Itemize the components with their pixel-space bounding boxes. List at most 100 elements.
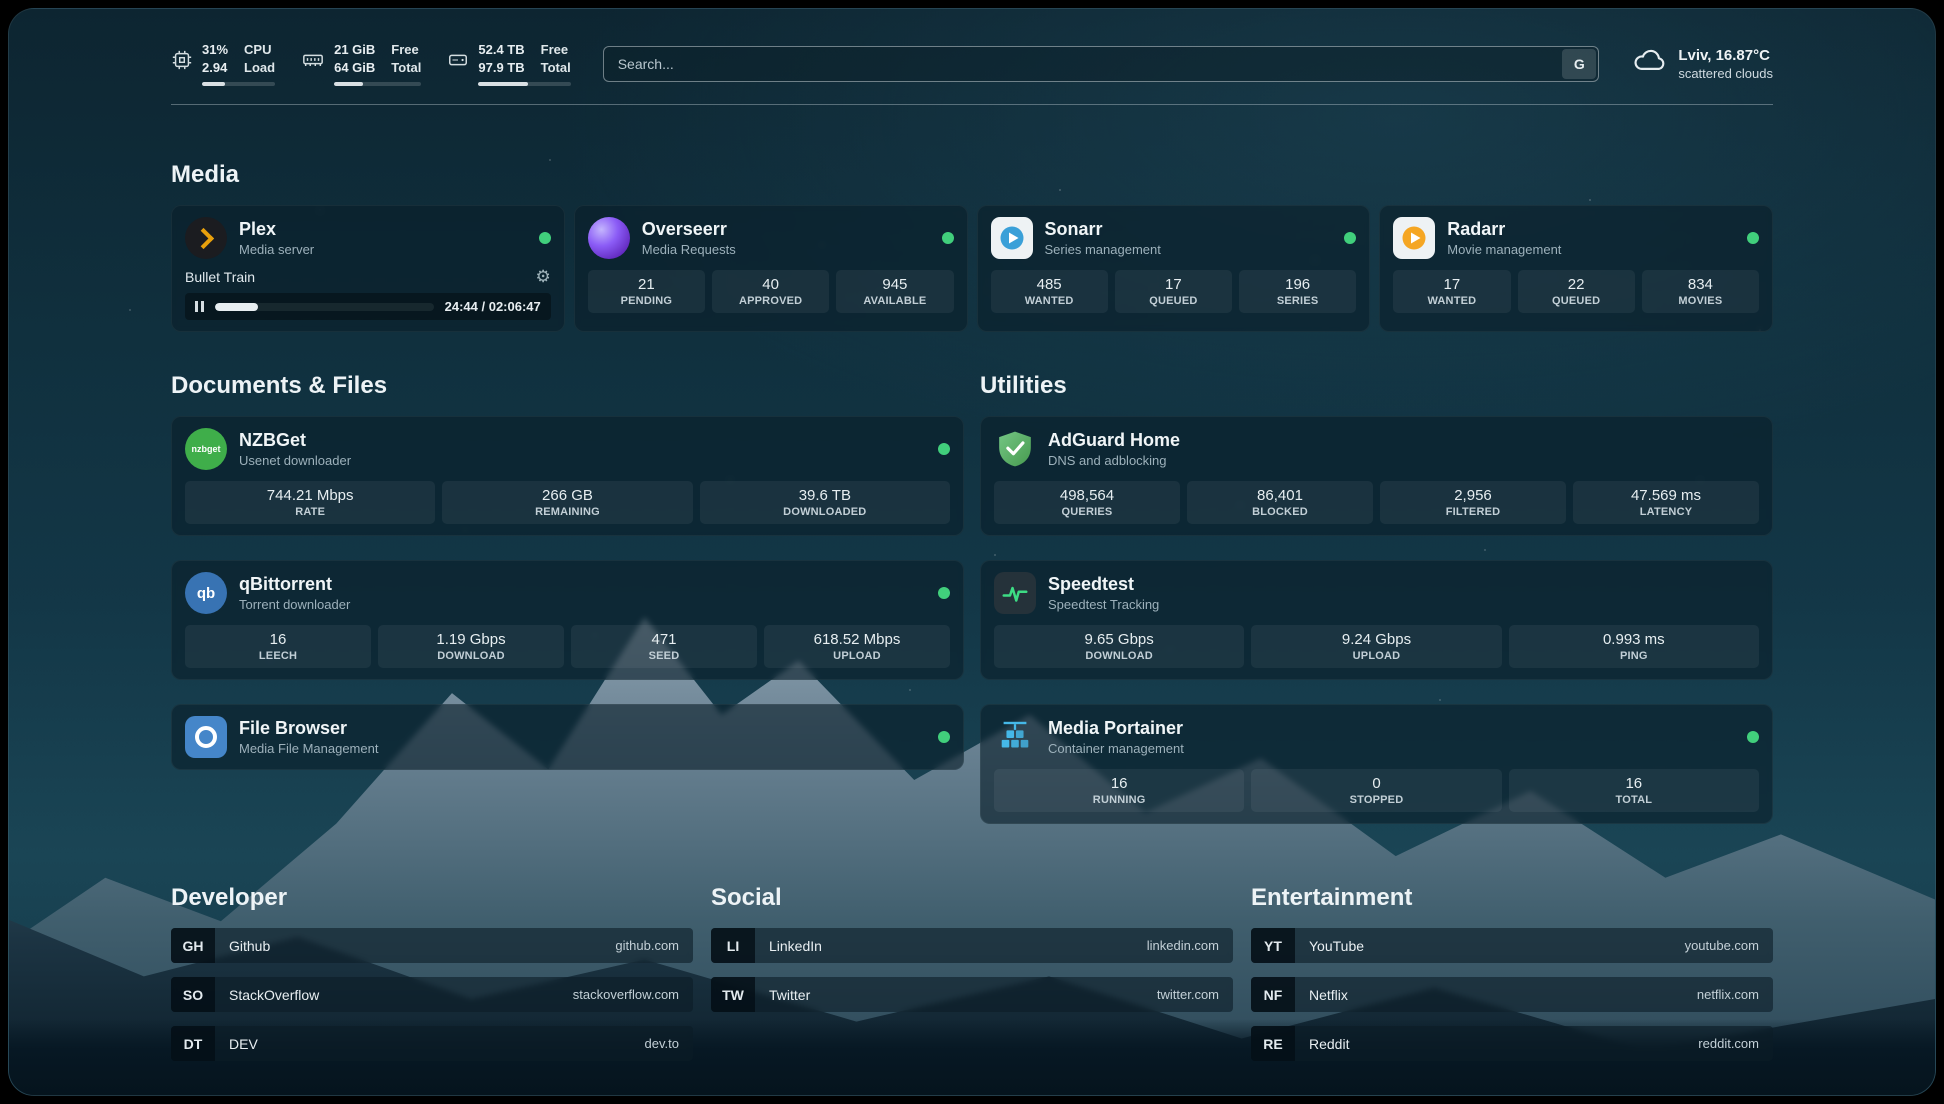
stat-approved: 40 APPROVED: [712, 270, 829, 313]
filebrowser-app-link[interactable]: File Browser Media File Management: [185, 716, 950, 758]
stat-label: BLOCKED: [1191, 506, 1369, 518]
filebrowser-card: File Browser Media File Management: [171, 704, 964, 770]
stat-total: 16 TOTAL: [1509, 769, 1759, 812]
nzbget-card: nzbget NZBGet Usenet downloader 744.21 M…: [171, 416, 964, 536]
sonarr-app-link[interactable]: Sonarr Series management: [991, 217, 1357, 259]
plex-desc: Media server: [239, 242, 314, 257]
stat-download: 1.19 Gbps DOWNLOAD: [378, 625, 564, 668]
system-widgets: 31% 2.94 CPU Load: [171, 41, 571, 86]
stat-label: PING: [1513, 650, 1755, 662]
speedtest-app-link[interactable]: Speedtest Speedtest Tracking: [994, 572, 1759, 614]
plex-icon: [185, 217, 227, 259]
stat-label: STOPPED: [1255, 794, 1497, 806]
bookmark-url: reddit.com: [1698, 1036, 1759, 1051]
bookmark-name: Github: [229, 938, 270, 954]
overseerr-card: Overseerr Media Requests 21 PENDING 40 A…: [574, 205, 968, 332]
bookmark-abbr: GH: [171, 928, 215, 963]
bookmark-netflix[interactable]: NF Netflix netflix.com: [1251, 977, 1773, 1012]
stat-label: RUNNING: [998, 794, 1240, 806]
bookmark-url: dev.to: [645, 1036, 679, 1051]
stat-filtered: 2,956 FILTERED: [1380, 481, 1566, 524]
nzbget-app-link[interactable]: nzbget NZBGet Usenet downloader: [185, 428, 950, 470]
adguard-app-link[interactable]: AdGuard Home DNS and adblocking: [994, 428, 1759, 470]
section-title-social: Social: [711, 884, 1233, 912]
stat-value: 40: [716, 276, 825, 293]
plex-app-link[interactable]: Plex Media server: [185, 217, 551, 259]
bookmark-twitter[interactable]: TW Twitter twitter.com: [711, 977, 1233, 1012]
bookmark-url: netflix.com: [1697, 987, 1759, 1002]
overseerr-stats: 21 PENDING 40 APPROVED 945 AVAILABLE: [588, 270, 954, 313]
section-title-media: Media: [171, 161, 1773, 189]
ram-label-top: Free: [391, 41, 421, 59]
portainer-app-link[interactable]: Media Portainer Container management: [994, 716, 1759, 758]
cpu-label-top: CPU: [244, 41, 275, 59]
radarr-status-dot: [1747, 232, 1759, 244]
bookmarks-area: Developer GH Github github.com SO StackO…: [171, 884, 1773, 1061]
media-cards: Plex Media server Bullet Train ⚙ 24:44 /…: [171, 205, 1773, 332]
stat-value: 17: [1119, 276, 1228, 293]
nzbget-name: NZBGet: [239, 430, 351, 451]
nzbget-desc: Usenet downloader: [239, 453, 351, 468]
weather-condition: scattered clouds: [1678, 66, 1773, 81]
cpu-widget: 31% 2.94 CPU Load: [171, 41, 275, 86]
nzbget-stats: 744.21 Mbps RATE 266 GB REMAINING 39.6 T…: [185, 481, 950, 524]
ram-free-value: 21 GiB: [334, 41, 375, 59]
filebrowser-name: File Browser: [239, 718, 378, 739]
stat-value: 39.6 TB: [704, 487, 946, 504]
cpu-usage-bar: [202, 82, 275, 86]
bookmark-url: youtube.com: [1685, 938, 1759, 953]
stat-stopped: 0 STOPPED: [1251, 769, 1501, 812]
stat-available: 945 AVAILABLE: [836, 270, 953, 313]
cpu-readout: 31% 2.94 CPU Load: [202, 41, 275, 86]
stat-value: 744.21 Mbps: [189, 487, 431, 504]
plex-progress-track[interactable]: [215, 303, 434, 311]
disk-usage-fill: [478, 82, 528, 86]
cpu-usage-fill: [202, 82, 225, 86]
radarr-icon: [1393, 217, 1435, 259]
middle-columns: Documents & Files nzbget NZBGet Usenet d…: [171, 372, 1773, 824]
stat-label: AVAILABLE: [840, 295, 949, 307]
portainer-desc: Container management: [1048, 741, 1184, 756]
bookmark-abbr: DT: [171, 1026, 215, 1061]
bookmark-linkedin[interactable]: LI LinkedIn linkedin.com: [711, 928, 1233, 963]
pause-icon[interactable]: [195, 301, 204, 312]
stat-value: 0: [1255, 775, 1497, 792]
portainer-card: Media Portainer Container management 16 …: [980, 704, 1773, 824]
ram-label-bottom: Total: [391, 59, 421, 77]
stat-value: 21: [592, 276, 701, 293]
speedtest-name: Speedtest: [1048, 574, 1159, 595]
ram-icon: [301, 49, 325, 76]
filebrowser-status-dot: [938, 731, 950, 743]
sonarr-name: Sonarr: [1045, 219, 1161, 240]
radarr-desc: Movie management: [1447, 242, 1561, 257]
adguard-card: AdGuard Home DNS and adblocking 498,564 …: [980, 416, 1773, 536]
bookmark-dev[interactable]: DT DEV dev.to: [171, 1026, 693, 1061]
stat-pending: 21 PENDING: [588, 270, 705, 313]
filebrowser-desc: Media File Management: [239, 741, 378, 756]
portainer-status-dot: [1747, 731, 1759, 743]
bookmark-abbr: LI: [711, 928, 755, 963]
section-entertainment: Entertainment YT YouTube youtube.com NF …: [1251, 884, 1773, 1061]
qbittorrent-app-link[interactable]: qb qBittorrent Torrent downloader: [185, 572, 950, 614]
stat-value: 834: [1646, 276, 1755, 293]
bookmark-stackoverflow[interactable]: SO StackOverflow stackoverflow.com: [171, 977, 693, 1012]
bookmark-reddit[interactable]: RE Reddit reddit.com: [1251, 1026, 1773, 1061]
bookmark-youtube[interactable]: YT YouTube youtube.com: [1251, 928, 1773, 963]
stat-remaining: 266 GB REMAINING: [442, 481, 692, 524]
stat-value: 945: [840, 276, 949, 293]
bookmark-github[interactable]: GH Github github.com: [171, 928, 693, 963]
adguard-stats: 498,564 QUERIES 86,401 BLOCKED 2,956 FIL…: [994, 481, 1759, 524]
stat-label: DOWNLOAD: [382, 650, 560, 662]
sonarr-stats: 485 WANTED 17 QUEUED 196 SERIES: [991, 270, 1357, 313]
cpu-percent: 31%: [202, 41, 228, 59]
stat-queued: 17 QUEUED: [1115, 270, 1232, 313]
section-title-entertainment: Entertainment: [1251, 884, 1773, 912]
radarr-app-link[interactable]: Radarr Movie management: [1393, 217, 1759, 259]
gear-icon[interactable]: ⚙: [536, 268, 551, 285]
search-input[interactable]: [603, 46, 1600, 82]
search-engine-button[interactable]: G: [1562, 49, 1596, 79]
disk-total-value: 97.9 TB: [478, 59, 524, 77]
overseerr-app-link[interactable]: Overseerr Media Requests: [588, 217, 954, 259]
overseerr-status-dot: [942, 232, 954, 244]
stat-label: LATENCY: [1577, 506, 1755, 518]
